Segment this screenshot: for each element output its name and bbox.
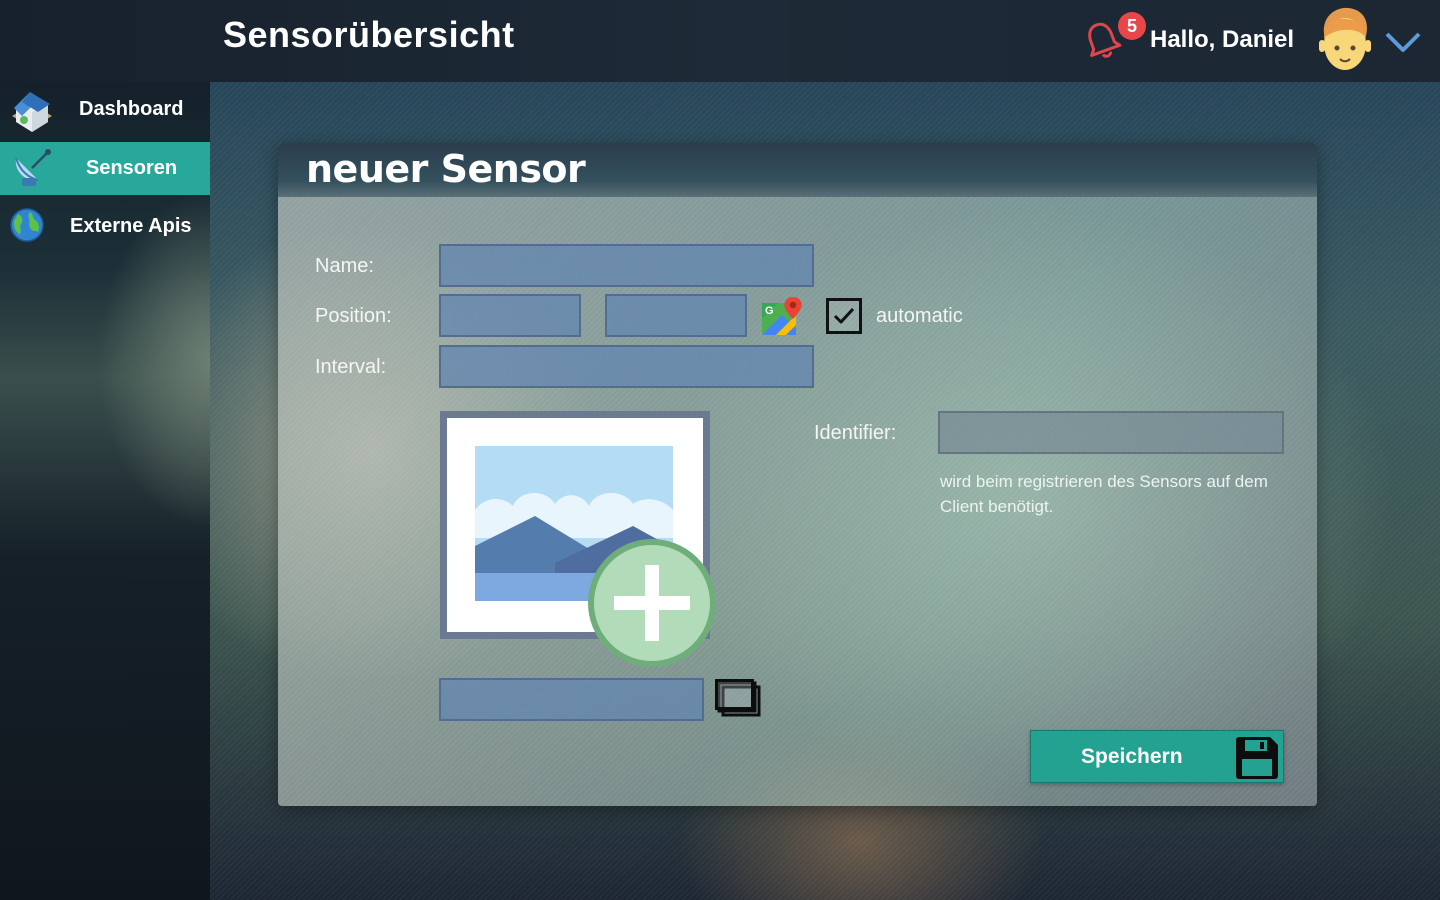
sidebar-item-label: Sensoren xyxy=(86,157,178,179)
sidebar-item-sensoren[interactable]: Sensoren xyxy=(0,142,210,195)
sidebar-item-externe-apis[interactable]: Externe Apis xyxy=(0,198,210,254)
chevron-down-icon[interactable] xyxy=(1383,26,1423,56)
house-icon xyxy=(12,92,52,132)
satellite-dish-icon xyxy=(15,149,51,186)
google-maps-icon[interactable]: G xyxy=(762,295,804,337)
save-button[interactable]: Speichern xyxy=(1030,730,1284,783)
user-greeting: Hallo, Daniel xyxy=(1150,26,1295,53)
copy-icon[interactable] xyxy=(715,679,761,719)
identifier-input[interactable] xyxy=(938,411,1284,454)
card-title: neuer Sensor xyxy=(306,147,586,191)
name-input[interactable] xyxy=(439,244,814,287)
identifier-hint: wird beim registrieren des Sensors auf d… xyxy=(940,472,1268,516)
latitude-input[interactable] xyxy=(439,294,581,337)
floppy-disk-icon xyxy=(1236,737,1278,779)
longitude-input[interactable] xyxy=(605,294,747,337)
page-title: Sensorübersicht xyxy=(223,14,515,55)
avatar[interactable] xyxy=(1316,4,1374,74)
interval-input[interactable] xyxy=(439,345,814,388)
position-label: Position: xyxy=(315,305,392,327)
add-image-icon[interactable] xyxy=(586,537,718,669)
notification-badge: 5 xyxy=(1118,12,1146,40)
new-sensor-card: neuer Sensor Name: Position: G automatic… xyxy=(278,143,1317,806)
image-path-input[interactable] xyxy=(439,678,704,721)
automatic-checkbox[interactable] xyxy=(826,298,862,334)
card-header: neuer Sensor xyxy=(278,143,1317,197)
globe-icon xyxy=(10,208,44,242)
identifier-label: Identifier: xyxy=(814,422,897,444)
automatic-label: automatic xyxy=(876,305,963,327)
name-label: Name: xyxy=(315,255,374,277)
checkmark-icon xyxy=(833,307,855,324)
svg-text:G: G xyxy=(765,305,774,317)
save-button-label: Speichern xyxy=(1081,745,1183,768)
sidebar-item-dashboard[interactable]: Dashboard xyxy=(0,82,210,138)
interval-label: Interval: xyxy=(315,356,387,378)
sidebar-item-label: Externe Apis xyxy=(70,215,192,237)
sidebar-item-label: Dashboard xyxy=(79,98,184,120)
